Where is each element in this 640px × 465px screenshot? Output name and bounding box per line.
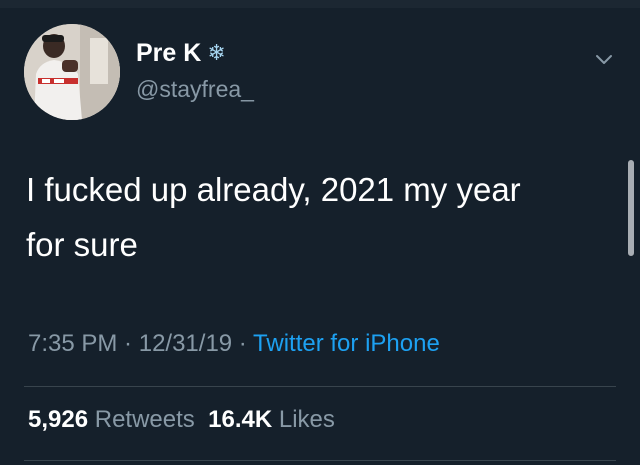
likes-label: Likes (278, 406, 335, 433)
meta-separator: · (117, 330, 139, 357)
avatar-photo (24, 24, 120, 120)
scrollbar[interactable] (628, 160, 634, 256)
tweet-source[interactable]: Twitter for iPhone (253, 330, 440, 357)
divider (24, 386, 616, 387)
meta-separator: · (232, 330, 254, 357)
likes-stat[interactable]: 16.4K Likes (208, 406, 335, 433)
top-edge (0, 0, 640, 8)
retweets-count: 5,926 (28, 406, 89, 433)
retweets-stat[interactable]: 5,926 Retweets (28, 406, 195, 433)
tweet-date[interactable]: 12/31/19 (139, 330, 232, 357)
retweets-label: Retweets (94, 406, 195, 433)
user-handle[interactable]: @stayfrea_ (136, 76, 254, 103)
avatar[interactable] (24, 24, 120, 120)
tweet-stats: 5,926 Retweets 16.4K Likes (28, 406, 335, 434)
display-name[interactable]: Pre K (136, 39, 201, 68)
divider (24, 460, 616, 461)
snowflake-icon: ❄ (207, 40, 226, 65)
tweet-meta: 7:35 PM · 12/31/19 · Twitter for iPhone (28, 330, 440, 358)
tweet-text-line-2: for sure (26, 226, 138, 263)
name-row: Pre K ❄ (136, 36, 254, 70)
tweet-time[interactable]: 7:35 PM (28, 330, 117, 357)
tweet-text-line-1: I fucked up already, 2021 my year (26, 171, 521, 208)
chevron-down-icon[interactable] (594, 52, 614, 68)
tweet-author: Pre K ❄ @stayfrea_ (136, 36, 254, 103)
likes-count: 16.4K (208, 406, 273, 433)
tweet-text: I fucked up already, 2021 my year for sur… (26, 162, 606, 272)
